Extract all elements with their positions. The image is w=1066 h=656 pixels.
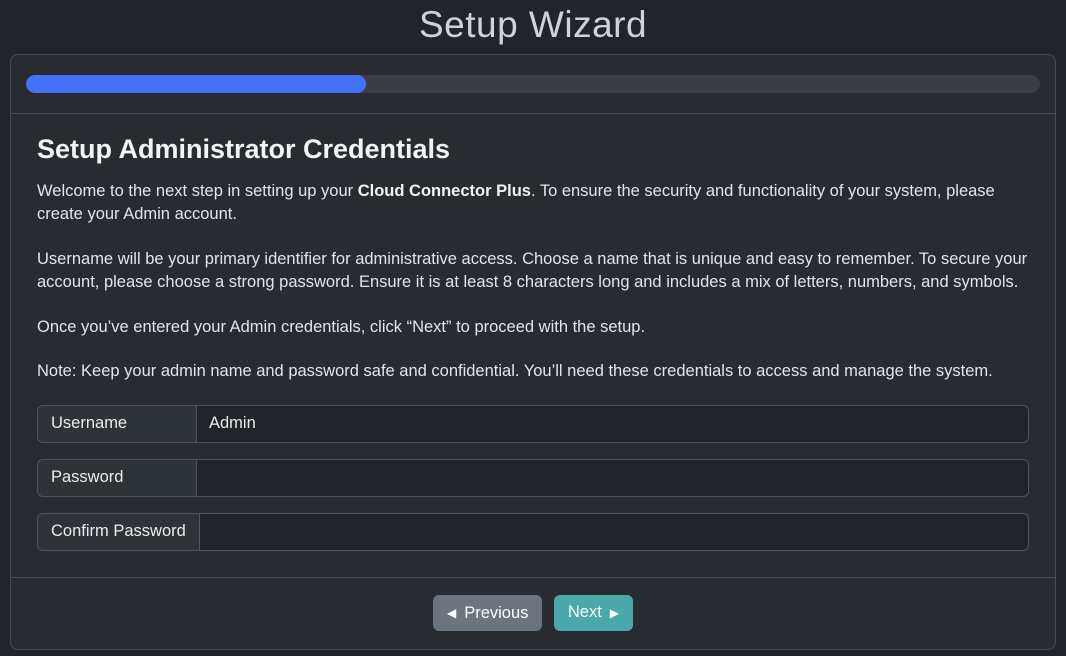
next-button-label: Next [568,603,602,622]
wizard-footer: ◀ Previous Next ▶ [11,577,1055,650]
wizard-card: Setup Administrator Credentials Welcome … [10,54,1056,650]
product-name: Cloud Connector Plus [358,182,531,200]
confirm-password-field-group: Confirm Password [37,513,1029,551]
proceed-paragraph: Once you’ve entered your Admin credentia… [37,316,1029,339]
setup-wizard-page: Setup Wizard Setup Administrator Credent… [0,0,1066,650]
previous-button[interactable]: ◀ Previous [433,595,542,631]
intro-text-before: Welcome to the next step in setting up y… [37,182,358,200]
page-title: Setup Wizard [0,0,1066,54]
previous-button-label: Previous [464,604,528,623]
step-heading: Setup Administrator Credentials [37,134,1029,165]
intro-paragraph: Welcome to the next step in setting up y… [37,180,1029,227]
next-arrow-icon: ▶ [610,607,619,619]
progress-bar-fill [26,75,366,93]
note-paragraph: Note: Keep your admin name and password … [37,360,1029,383]
credentials-form: Username Password Confirm Password [37,405,1029,551]
next-button[interactable]: Next ▶ [554,595,633,631]
guidelines-paragraph: Username will be your primary identifier… [37,248,1029,295]
password-field-group: Password [37,459,1029,497]
username-label: Username [37,405,197,443]
progress-bar [26,75,1040,93]
confirm-password-label: Confirm Password [37,513,200,551]
progress-section [11,55,1055,114]
wizard-step-content: Setup Administrator Credentials Welcome … [11,114,1055,577]
previous-arrow-icon: ◀ [447,607,456,619]
username-field-group: Username [37,405,1029,443]
password-label: Password [37,459,197,497]
confirm-password-input[interactable] [200,513,1029,551]
password-input[interactable] [197,459,1029,497]
username-input[interactable] [197,405,1029,443]
